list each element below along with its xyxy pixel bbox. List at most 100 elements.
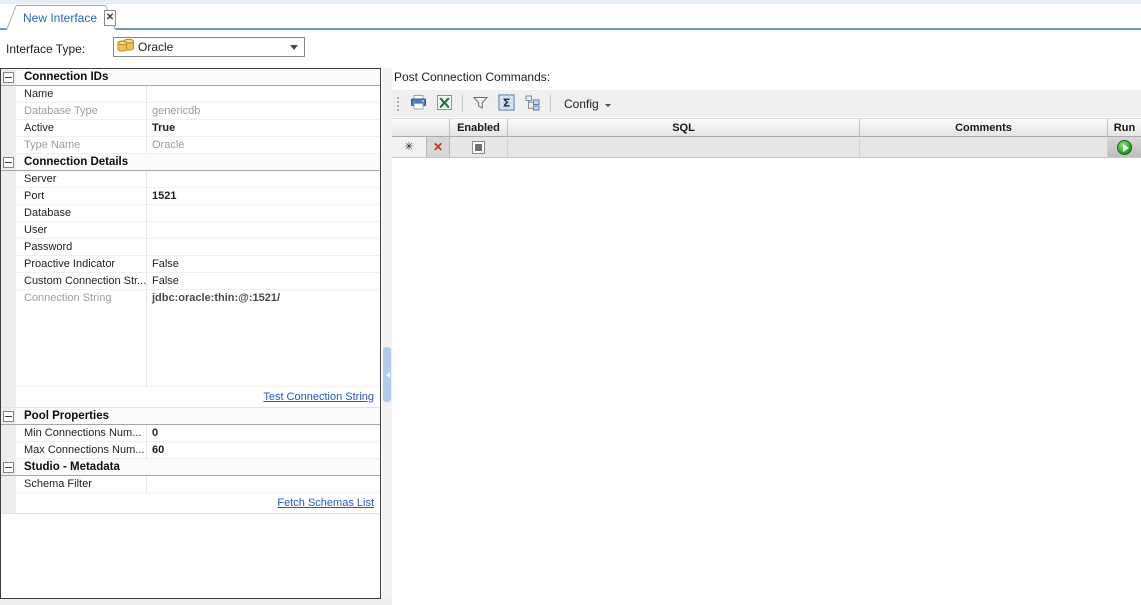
property-label: Database Type [16,103,147,119]
commands-table: EnabledSQLCommentsRun ✳✕ [392,118,1141,158]
property-value[interactable]: 60 [147,442,380,458]
link-row-fetch-schemas-list: Fetch Schemas List [1,493,380,514]
property-label: Schema Filter [16,476,147,492]
config-dropdown[interactable]: Config [557,93,618,114]
property-row-database-type: Database Typegenericdb [1,103,380,120]
property-value[interactable]: Oracle [147,137,380,153]
delete-icon: ✕ [433,141,443,153]
test-connection-string-link[interactable]: Test Connection String [263,391,374,403]
property-row-name: Name [1,86,380,103]
panel-splitter[interactable] [382,68,392,599]
gutter [1,442,16,458]
gutter [1,256,16,272]
gutter [1,188,16,204]
print-button[interactable] [407,92,430,115]
chevron-down-icon [290,45,298,54]
column-header-comments[interactable]: Comments [860,118,1108,137]
property-value[interactable] [147,205,380,221]
excel-export-button[interactable] [433,92,456,115]
property-value[interactable]: False [147,256,380,272]
enabled-cell [450,137,508,157]
close-icon: ✕ [106,12,114,23]
sum-button[interactable]: Σ [495,92,518,115]
row-header-cell[interactable]: ✳ [392,137,427,157]
toolbar-separator [462,95,463,112]
filter-icon [472,94,489,114]
gutter [1,459,16,475]
column-header-run[interactable]: Run [1108,118,1141,137]
tab-new-interface[interactable]: New Interface ✕ [6,5,116,30]
property-value[interactable]: 1521 [147,188,380,204]
collapse-icon[interactable] [3,411,14,422]
filter-button[interactable] [469,92,492,115]
toolbar-separator [550,95,551,112]
property-row-active: ActiveTrue [1,120,380,137]
property-label: Database [16,205,147,221]
property-value[interactable]: 0 [147,425,380,441]
svg-text:Σ: Σ [503,96,511,109]
gutter [1,154,16,170]
property-row-password: Password [1,239,380,256]
property-value[interactable]: True [147,120,380,136]
property-row-proactive-indicator: Proactive IndicatorFalse [1,256,380,273]
enabled-checkbox[interactable] [472,141,485,154]
chevron-down-icon [605,104,611,107]
property-value[interactable] [147,86,380,102]
gutter [1,69,16,85]
run-button[interactable] [1108,137,1141,157]
section-title: Studio - Metadata [16,461,120,473]
gutter [1,120,16,136]
excel-export-icon [436,94,453,114]
property-value[interactable] [147,239,380,255]
property-value[interactable]: False [147,273,380,289]
tab-close-button[interactable]: ✕ [104,10,116,26]
interface-type-select[interactable]: Oracle [113,37,305,57]
sql-cell[interactable] [508,137,860,157]
gutter [1,493,16,513]
property-row-server: Server [1,171,380,188]
property-value[interactable] [147,476,380,492]
property-label: Name [16,86,147,102]
section-header-connection-details: Connection Details [1,154,380,171]
property-row-connection-string: Connection Stringjdbc:oracle:thin:@:1521… [1,290,380,387]
comments-cell[interactable] [860,137,1108,157]
gutter [1,425,16,441]
gutter [1,222,16,238]
fetch-schemas-list-link[interactable]: Fetch Schemas List [277,497,374,509]
commands-toolbar: Σ Config [392,90,1141,117]
property-label: User [16,222,147,238]
interface-type-value: Oracle [138,40,286,54]
property-label: Max Connections Num... [16,442,147,458]
column-header-enabled[interactable]: Enabled [450,118,508,137]
tab-bar: New Interface ✕ [0,4,1141,29]
new-command-row: ✳✕ [392,137,1141,158]
toolbar-grip-handle[interactable] [395,95,401,113]
property-value[interactable] [147,171,380,187]
interface-type-label: Interface Type: [6,42,85,56]
column-header-sql[interactable]: SQL [508,118,860,137]
property-row-port: Port1521 [1,188,380,205]
connection-property-grid: Connection IDsNameDatabase Typegenericdb… [0,68,381,599]
property-row-min-connections-num: Min Connections Num...0 [1,425,380,442]
link-row-test-connection-string: Test Connection String [1,387,380,408]
gutter [1,387,16,407]
property-label: Connection String [16,290,147,386]
property-row-schema-filter: Schema Filter [1,476,380,493]
application-window: New Interface ✕ Interface Type: Oracle C… [0,0,1141,605]
property-value[interactable] [147,222,380,238]
post-connection-commands-title: Post Connection Commands: [394,70,550,84]
property-label: Custom Connection Str... [16,273,147,289]
tab-content: New Interface ✕ [6,5,116,30]
grouping-button[interactable] [521,92,544,115]
gutter [1,408,16,424]
property-row-max-connections-num: Max Connections Num...60 [1,442,380,459]
collapse-icon[interactable] [3,462,14,473]
collapse-icon[interactable] [3,72,14,83]
collapse-icon[interactable] [3,157,14,168]
splitter-collapse-handle[interactable] [383,347,391,402]
property-value[interactable]: jdbc:oracle:thin:@:1521/ [147,290,380,386]
delete-row-button[interactable]: ✕ [427,137,450,157]
property-label: Proactive Indicator [16,256,147,272]
property-value[interactable]: genericdb [147,103,380,119]
gutter [1,137,16,153]
